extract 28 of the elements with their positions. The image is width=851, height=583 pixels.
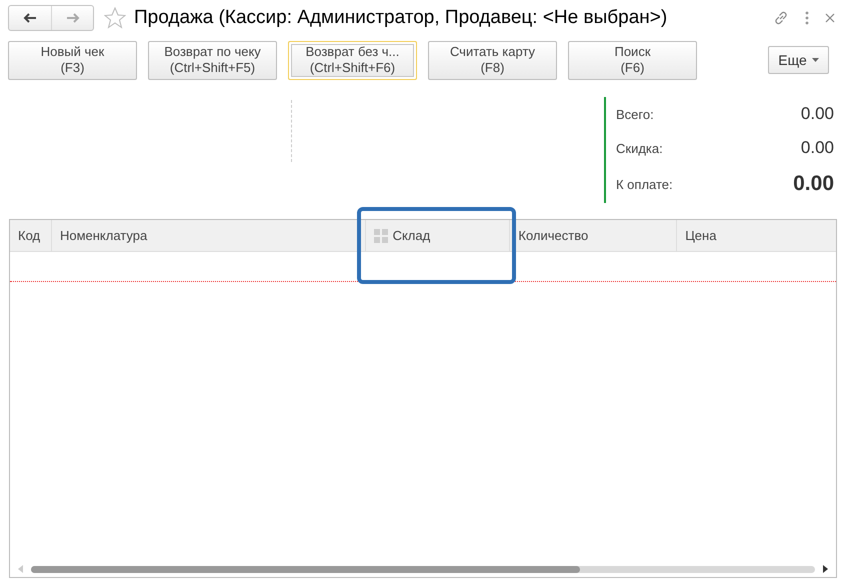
grid-icon	[374, 228, 388, 242]
total-label: К оплате:	[616, 176, 673, 192]
toolbar-button[interactable]: Поиск (F6)	[568, 40, 697, 80]
star-icon[interactable]	[104, 7, 126, 29]
toolbar-button[interactable]: Новый чек (F3)	[8, 40, 137, 80]
column-header[interactable]: Количество	[510, 220, 678, 251]
window-title: Продажа (Кассир: Администратор, Продавец: <Не выбран>)	[134, 7, 668, 29]
more-vertical-icon[interactable]	[805, 11, 809, 25]
total-label: Скидка:	[616, 140, 663, 156]
column-header[interactable]: Код	[10, 220, 52, 251]
total-value: 0.00	[793, 172, 834, 196]
back-arrow-icon	[23, 13, 37, 23]
total-value: 0.00	[800, 138, 834, 158]
close-icon[interactable]	[825, 13, 835, 23]
caret-icon	[812, 58, 819, 62]
toolbar-button[interactable]: Считать карту (F8)	[428, 40, 557, 80]
column-header[interactable]: Цена	[677, 220, 836, 251]
column-header[interactable]: Склад	[366, 220, 510, 251]
scroll-left-icon[interactable]	[18, 565, 23, 573]
toolbar-button[interactable]: Возврат без ч... (Ctrl+Shift+F6)	[288, 40, 417, 80]
total-label: Всего:	[616, 106, 654, 122]
forward-arrow-icon	[66, 13, 80, 23]
toolbar-button[interactable]: Возврат по чеку (Ctrl+Shift+F5)	[148, 40, 277, 80]
more-button[interactable]: Еще	[768, 46, 829, 74]
total-value: 0.00	[800, 104, 834, 124]
column-header[interactable]: Номенклатура	[52, 220, 366, 251]
scroll-right-icon[interactable]	[823, 565, 828, 573]
link-icon[interactable]	[773, 10, 789, 26]
